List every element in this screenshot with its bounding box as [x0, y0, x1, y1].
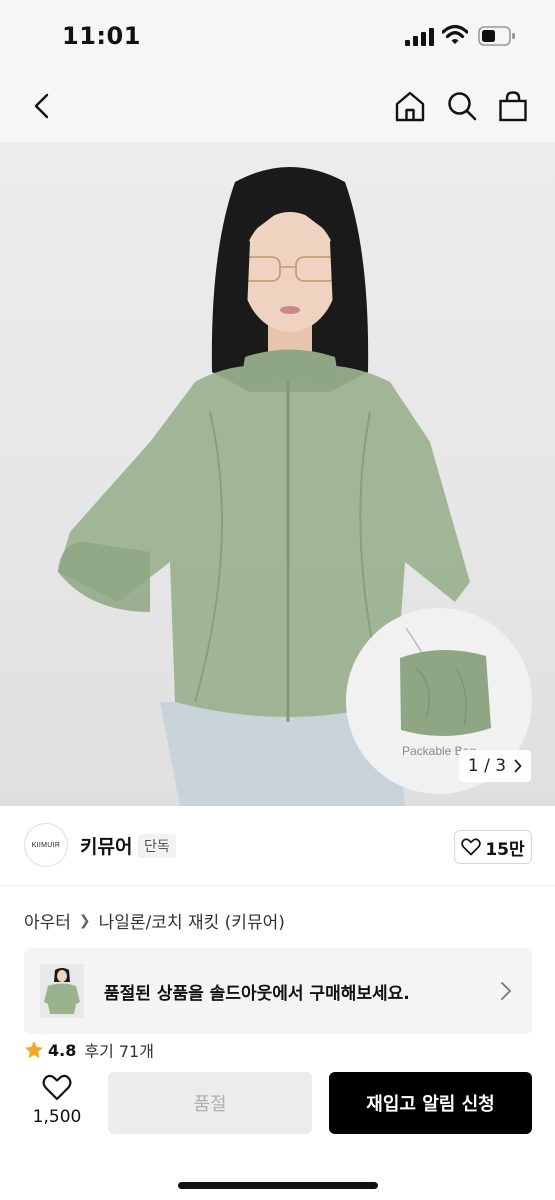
breadcrumb-category[interactable]: 아우터: [24, 908, 71, 933]
breadcrumb: 아우터 ❯ 나일론/코치 재킷 (키뮤어): [24, 908, 285, 934]
status-time: 11:01: [62, 22, 141, 50]
wishlist-button[interactable]: 1,500: [24, 1074, 90, 1140]
top-navigation-bar: [0, 72, 555, 142]
star-icon: [25, 1041, 43, 1059]
wishlist-count: 1,500: [32, 1107, 82, 1127]
heart-icon: [461, 838, 482, 856]
chevron-right-icon: [501, 982, 511, 1000]
breadcrumb-subcategory[interactable]: 나일론/코치 재킷 (키뮤어): [99, 908, 285, 933]
brand-logo[interactable]: KIIMUIR: [24, 823, 68, 867]
home-indicator: [178, 1182, 378, 1189]
exclusive-badge: 단독: [138, 834, 176, 858]
heart-icon: [42, 1074, 72, 1101]
soldout-button: 품절: [108, 1072, 312, 1134]
product-image-carousel[interactable]: Packable Bag 1 / 3: [0, 142, 555, 806]
rating-value: 4.8: [48, 1040, 77, 1060]
wifi-icon: [442, 24, 468, 44]
shopping-bag-icon: [499, 91, 527, 122]
banner-text: 품절된 상품을 솔드아웃에서 구매해보세요.: [104, 984, 410, 1004]
search-button[interactable]: [442, 86, 482, 126]
home-icon: [395, 91, 425, 122]
home-button[interactable]: [390, 86, 430, 126]
back-button[interactable]: [22, 86, 62, 126]
status-bar: 11:01: [0, 0, 555, 72]
cellular-signal-icon: [405, 28, 435, 46]
search-icon: [448, 92, 477, 121]
bottom-action-bar: 1,500 품절 재입고 알림 신청: [0, 1058, 555, 1200]
counter-text: 1 / 3: [467, 756, 507, 776]
brand-like-count: 15만: [485, 839, 525, 860]
brand-name[interactable]: 키뮤어: [80, 832, 132, 859]
brand-row: KIIMUIR 키뮤어 단독 15만: [0, 806, 555, 886]
soldout-banner[interactable]: 품절된 상품을 솔드아웃에서 구매해보세요.: [24, 948, 532, 1034]
image-page-counter[interactable]: 1 / 3: [459, 750, 531, 782]
restock-alert-button[interactable]: 재입고 알림 신청: [329, 1072, 532, 1134]
banner-thumbnail: [40, 964, 84, 1018]
brand-like-button[interactable]: 15만: [454, 830, 532, 864]
chevron-right-icon: [514, 759, 522, 773]
battery-icon: [478, 26, 515, 46]
cart-button[interactable]: [493, 86, 533, 126]
back-chevron-icon: [34, 93, 49, 119]
chevron-right-icon: ❯: [78, 912, 91, 929]
